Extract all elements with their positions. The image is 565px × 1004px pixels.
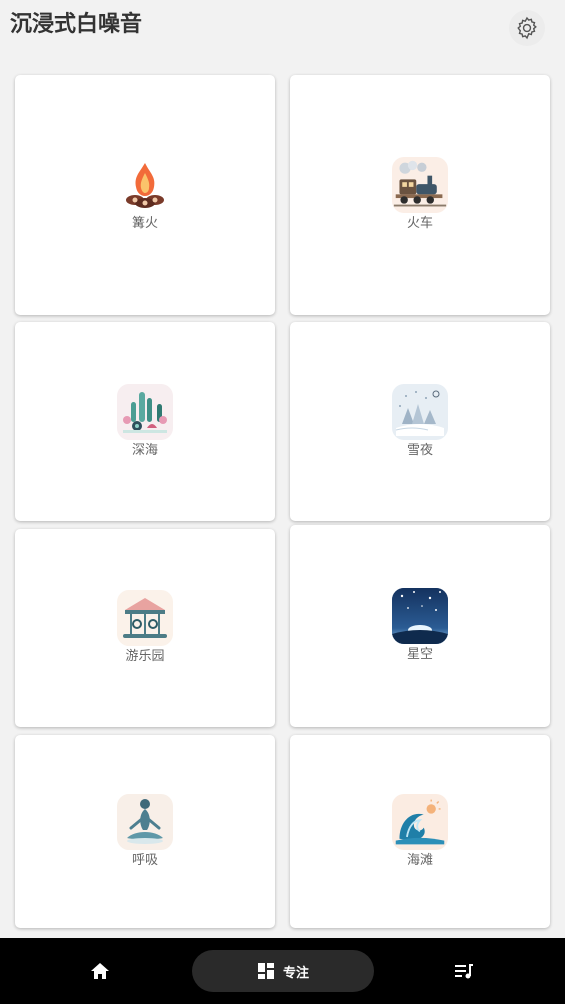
- meditation-icon: [117, 793, 173, 850]
- home-icon: [91, 963, 109, 979]
- sound-card-amusement-park[interactable]: 游乐园: [15, 529, 275, 727]
- nav-focus-button[interactable]: 专注: [192, 950, 374, 992]
- sound-card-starry-sky[interactable]: 星空: [290, 525, 550, 727]
- sound-card-label: 篝火: [131, 216, 158, 231]
- sound-card-breathing[interactable]: 呼吸: [15, 735, 275, 928]
- settings-button[interactable]: [509, 10, 545, 46]
- sound-card-label: 海滩: [406, 852, 433, 868]
- wave-icon: [392, 793, 448, 850]
- page-title: 沉浸式白噪音: [10, 12, 143, 37]
- nav-playlist-button[interactable]: [444, 956, 484, 986]
- sound-card-train[interactable]: 火车: [290, 75, 550, 315]
- nav-home-button[interactable]: [80, 956, 120, 986]
- train-icon: [392, 157, 448, 213]
- sound-card-beach[interactable]: 海滩: [290, 735, 550, 928]
- sound-card-label: 游乐园: [125, 649, 165, 664]
- nav-focus-label: 专注: [282, 965, 309, 981]
- sound-card-label: 火车: [406, 216, 433, 231]
- bottom-navigation: 专注: [0, 938, 565, 1004]
- sound-card-deep-sea[interactable]: 深海: [15, 322, 275, 521]
- app-header: 沉浸式白噪音: [0, 0, 565, 58]
- gear-icon: [517, 16, 537, 40]
- sound-card-campfire[interactable]: 篝火: [15, 75, 275, 315]
- grid-icon: [257, 963, 274, 979]
- sound-card-snowy-night[interactable]: 雪夜: [290, 322, 550, 521]
- sound-card-label: 雪夜: [406, 442, 433, 458]
- snowy-night-icon: [392, 383, 448, 440]
- sound-card-label: 深海: [131, 442, 158, 458]
- playlist-icon: [455, 964, 473, 979]
- starry-sky-icon: [392, 588, 448, 644]
- carousel-icon: [117, 590, 173, 646]
- campfire-icon: [117, 157, 173, 213]
- sound-card-label: 呼吸: [131, 852, 158, 868]
- sound-card-label: 星空: [406, 647, 433, 662]
- deep-sea-icon: [117, 383, 173, 440]
